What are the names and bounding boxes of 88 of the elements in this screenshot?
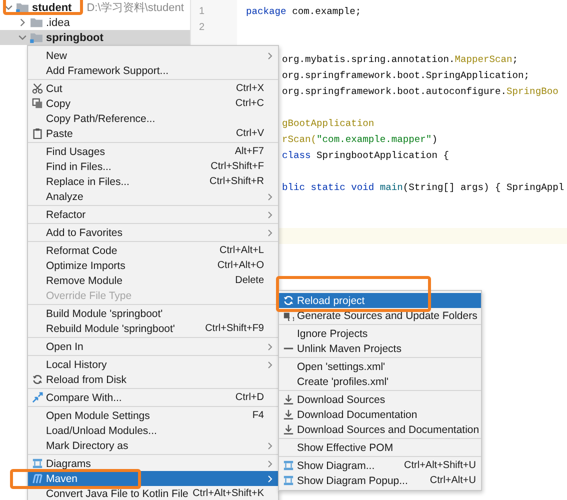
menu-item[interactable]: Show Effective POM <box>279 440 481 455</box>
code-line: blic static void main(String[] args) { SpringAppl <box>282 182 564 193</box>
menu-item[interactable]: Refactor <box>28 207 278 222</box>
menu-item[interactable]: Unlink Maven Projects <box>279 341 481 356</box>
menu-item[interactable]: Create 'profiles.xml' <box>279 374 481 389</box>
menu-item[interactable]: Add Framework Support... <box>28 63 278 78</box>
shortcut-text: Ctrl+Shift+R <box>210 176 264 187</box>
menu-item[interactable]: Open Module Settings F4 <box>28 408 278 423</box>
menu-item[interactable]: Diagrams <box>28 456 278 471</box>
copy-icon <box>32 98 42 109</box>
shortcut-text: F4 <box>252 410 264 421</box>
menu-item[interactable]: Find Usages Alt+F7 <box>28 144 278 159</box>
menu-item[interactable]: Open 'settings.xml' <box>279 359 481 374</box>
shortcut-text: Alt+F7 <box>234 146 264 157</box>
menu-item[interactable]: Ignore Projects <box>279 326 481 341</box>
tree-item[interactable]: .idea <box>0 15 190 30</box>
menu-item[interactable]: Optimize Imports Ctrl+Alt+O <box>28 258 278 273</box>
shortcut-text: Ctrl+Shift+F <box>210 161 264 172</box>
menu-item[interactable]: Local History <box>28 357 278 372</box>
menu-item[interactable]: Compare With... Ctrl+D <box>28 390 278 405</box>
clipboard-icon <box>32 128 42 139</box>
menu-item[interactable]: Paste Ctrl+V <box>28 126 278 141</box>
chevron-down-icon[interactable] <box>18 33 27 42</box>
menu-item[interactable]: Mark Directory as <box>28 438 278 453</box>
reload-icon <box>282 295 294 306</box>
menu-item[interactable]: Build Module 'springboot' <box>28 306 278 321</box>
chevron-right-icon[interactable] <box>18 18 27 27</box>
reload-icon <box>32 374 42 385</box>
menu-item[interactable]: Download Documentation <box>279 407 481 422</box>
menu-item[interactable]: Open In <box>28 339 278 354</box>
shortcut-text: Ctrl+Alt+U <box>430 475 476 486</box>
tree-item[interactable]: student D:\学习资料\student <box>0 0 190 15</box>
menu-item[interactable]: Reload project <box>279 293 481 308</box>
menu-item[interactable]: New <box>28 48 278 63</box>
menu-item[interactable]: Copy Ctrl+C <box>28 96 278 111</box>
shortcut-text: Ctrl+X <box>236 83 264 94</box>
shortcut-text: Ctrl+Shift+F9 <box>205 323 264 334</box>
menu-item[interactable]: Maven <box>28 471 278 486</box>
shortcut-text: Ctrl+V <box>236 128 264 139</box>
tree-item[interactable]: springboot <box>0 30 190 45</box>
compare-arrows-icon <box>32 392 42 403</box>
menu-item[interactable]: Analyze <box>28 189 278 204</box>
shortcut-text: Delete <box>235 275 264 286</box>
code-line: class SpringbootApplication { <box>282 150 449 161</box>
diagram-icon <box>282 460 294 471</box>
menu-item[interactable]: Show Diagram Popup... Ctrl+Alt+U <box>279 473 481 488</box>
code-line: gBootApplication <box>282 118 374 129</box>
maven-icon <box>32 473 42 484</box>
generate-icon <box>282 310 294 321</box>
download-icon <box>282 409 294 420</box>
path-text: D:\学习资料\student <box>86 1 184 15</box>
chevron-down-icon[interactable] <box>4 3 13 12</box>
menu-item[interactable]: Add to Favorites <box>28 225 278 240</box>
diagram-icon <box>32 458 42 469</box>
code-line: org.mybatis.spring.annotation.MapperScan; <box>282 54 518 65</box>
menu-item[interactable]: Load/Unload Modules... <box>28 423 278 438</box>
menu-item[interactable]: Replace in Files... Ctrl+Shift+R <box>28 174 278 189</box>
shortcut-text: Ctrl+Alt+Shift+U <box>404 460 476 471</box>
menu-item[interactable]: Reformat Code Ctrl+Alt+L <box>28 243 278 258</box>
shortcut-text: Ctrl+C <box>235 98 264 109</box>
menu-item[interactable]: Show Diagram... Ctrl+Alt+Shift+U <box>279 458 481 473</box>
menu-item[interactable]: Reload from Disk <box>28 372 278 387</box>
menu-item[interactable]: Download Sources <box>279 392 481 407</box>
download-icon <box>282 424 294 435</box>
scissors-icon <box>32 83 42 94</box>
menu-item[interactable]: Download Sources and Documentation <box>279 422 481 437</box>
menu-item[interactable]: Find in Files... Ctrl+Shift+F <box>28 159 278 174</box>
folder-icon <box>30 32 43 43</box>
menu-item[interactable]: Convert Java File to Kotlin File Ctrl+Alt+Shift+K <box>28 486 278 500</box>
code-line: org.springframework.boot.SpringApplication; <box>282 70 530 81</box>
menu-item[interactable]: Generate Sources and Update Folders <box>279 308 481 323</box>
code-line: org.springframework.boot.autoconfigure.SpringBoo <box>282 86 558 97</box>
download-icon <box>282 394 294 405</box>
code-line: rScan("com.example.mapper") <box>282 134 438 145</box>
diagram-icon <box>282 475 294 486</box>
line-number: 1 <box>199 6 205 17</box>
folder-icon <box>30 17 43 28</box>
shortcut-text: Ctrl+Alt+O <box>217 260 264 271</box>
menu-item[interactable]: Cut Ctrl+X <box>28 81 278 96</box>
code-line: package com.example; <box>246 6 362 17</box>
shortcut-text: Ctrl+D <box>235 392 264 403</box>
menu-item[interactable]: Copy Path/Reference... <box>28 111 278 126</box>
folder-icon <box>16 2 29 13</box>
line-number: 2 <box>199 22 205 33</box>
shortcut-text: Ctrl+Alt+L <box>220 245 264 256</box>
menu-item[interactable]: Rebuild Module 'springboot' Ctrl+Shift+F9 <box>28 321 278 336</box>
menu-item[interactable]: Remove Module Delete <box>28 273 278 288</box>
shortcut-text: Ctrl+Alt+Shift+K <box>192 488 264 499</box>
